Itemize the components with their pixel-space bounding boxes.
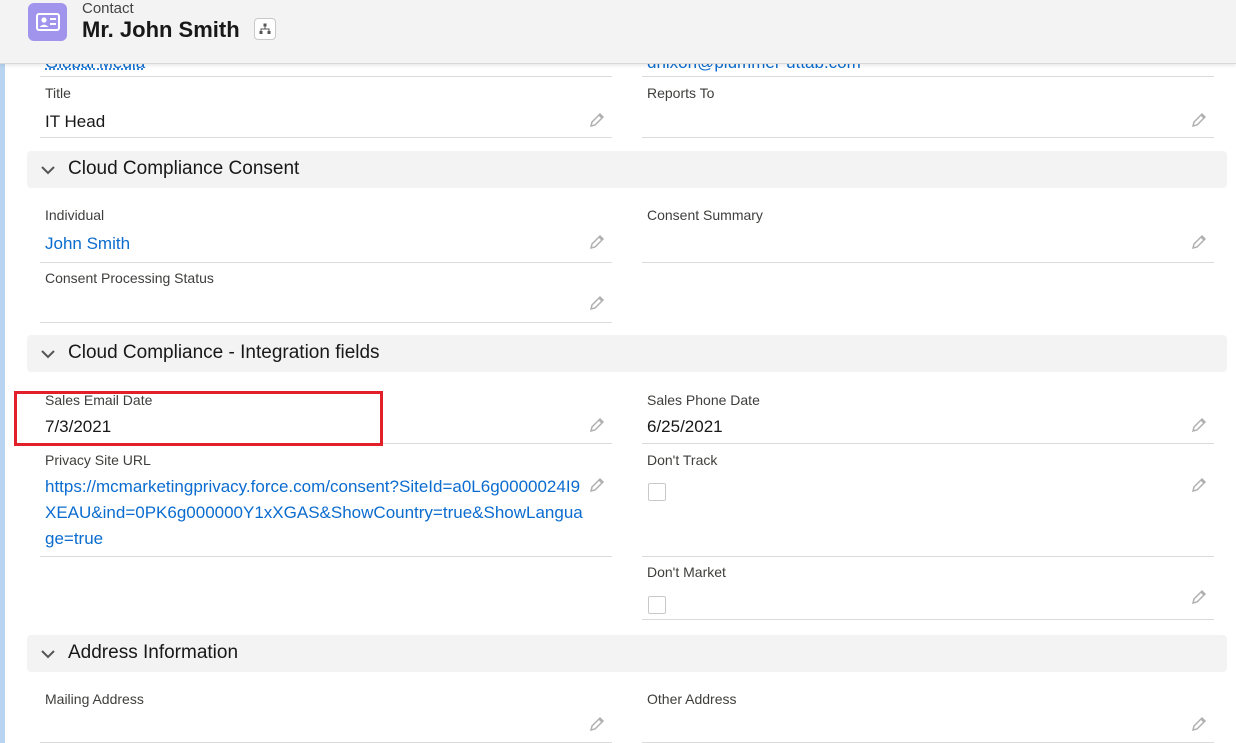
hierarchy-icon	[259, 23, 271, 34]
record-header: Contact Mr. John Smith	[0, 0, 1236, 64]
field-label: Mailing Address	[45, 691, 144, 707]
dont-market-checkbox	[648, 596, 666, 614]
chevron-down-icon	[41, 350, 55, 359]
divider	[40, 76, 612, 77]
object-type-label: Contact	[82, 0, 134, 17]
field-label: Privacy Site URL	[45, 452, 151, 468]
field-reports-to: Reports To	[642, 79, 1214, 138]
section-header-address[interactable]: Address Information	[27, 635, 1227, 672]
field-label: Reports To	[647, 85, 715, 101]
section-header-integration[interactable]: Cloud Compliance - Integration fields	[27, 335, 1227, 372]
individual-link[interactable]: John Smith	[45, 234, 130, 254]
field-mailing-address: Mailing Address	[40, 685, 612, 743]
field-other-address: Other Address	[642, 685, 1214, 743]
section-title: Cloud Compliance Consent	[68, 158, 300, 179]
field-label: Don't Track	[647, 452, 718, 468]
field-individual: Individual John Smith	[40, 201, 612, 263]
field-label: Individual	[45, 207, 105, 223]
edit-pencil-icon[interactable]	[1190, 588, 1208, 606]
window-edge	[0, 0, 5, 743]
edit-pencil-icon[interactable]	[588, 416, 606, 434]
dont-track-checkbox	[648, 483, 666, 501]
field-consent-processing-status: Consent Processing Status	[40, 264, 612, 323]
edit-pencil-icon[interactable]	[1190, 476, 1208, 494]
field-label: Consent Summary	[647, 207, 763, 223]
field-consent-summary: Consent Summary	[642, 201, 1214, 263]
edit-pencil-icon[interactable]	[588, 233, 606, 251]
section-title: Cloud Compliance - Integration fields	[68, 342, 380, 363]
field-label: Don't Market	[647, 564, 726, 580]
annotation-highlight-box	[14, 391, 383, 446]
edit-pencil-icon[interactable]	[1190, 233, 1208, 251]
field-label: Consent Processing Status	[45, 270, 214, 286]
section-title: Address Information	[68, 642, 239, 663]
chevron-down-icon	[41, 650, 55, 659]
edit-pencil-icon[interactable]	[1190, 416, 1208, 434]
record-title: Mr. John Smith	[82, 17, 240, 42]
edit-pencil-icon[interactable]	[588, 294, 606, 312]
divider	[642, 76, 1214, 77]
chevron-down-icon	[41, 166, 55, 175]
account-name-clipped[interactable]: Global Media	[40, 63, 240, 77]
field-label: Title	[45, 85, 71, 101]
field-dont-market: Don't Market	[642, 558, 1214, 620]
view-hierarchy-button[interactable]	[254, 18, 276, 40]
privacy-url-link[interactable]: https://mcmarketingprivacy.force.com/con…	[45, 474, 585, 552]
edit-pencil-icon[interactable]	[1190, 715, 1208, 733]
field-privacy-site-url: Privacy Site URL https://mcmarketingpriv…	[40, 446, 612, 557]
field-value: IT Head	[45, 112, 106, 131]
edit-pencil-icon[interactable]	[588, 111, 606, 129]
field-title: Title IT Head	[40, 79, 612, 138]
edit-pencil-icon[interactable]	[1190, 111, 1208, 129]
field-label: Sales Phone Date	[647, 392, 760, 408]
field-value: 6/25/2021	[647, 417, 723, 436]
section-header-consent[interactable]: Cloud Compliance Consent	[27, 151, 1227, 188]
field-sales-phone-date: Sales Phone Date 6/25/2021	[642, 386, 1214, 444]
email-clipped[interactable]: dnixon@plummer-uttab.com	[642, 63, 942, 77]
field-dont-track: Don't Track	[642, 446, 1214, 557]
edit-pencil-icon[interactable]	[588, 715, 606, 733]
contact-icon	[28, 3, 67, 41]
field-label: Other Address	[647, 691, 737, 707]
edit-pencil-icon[interactable]	[588, 476, 606, 494]
